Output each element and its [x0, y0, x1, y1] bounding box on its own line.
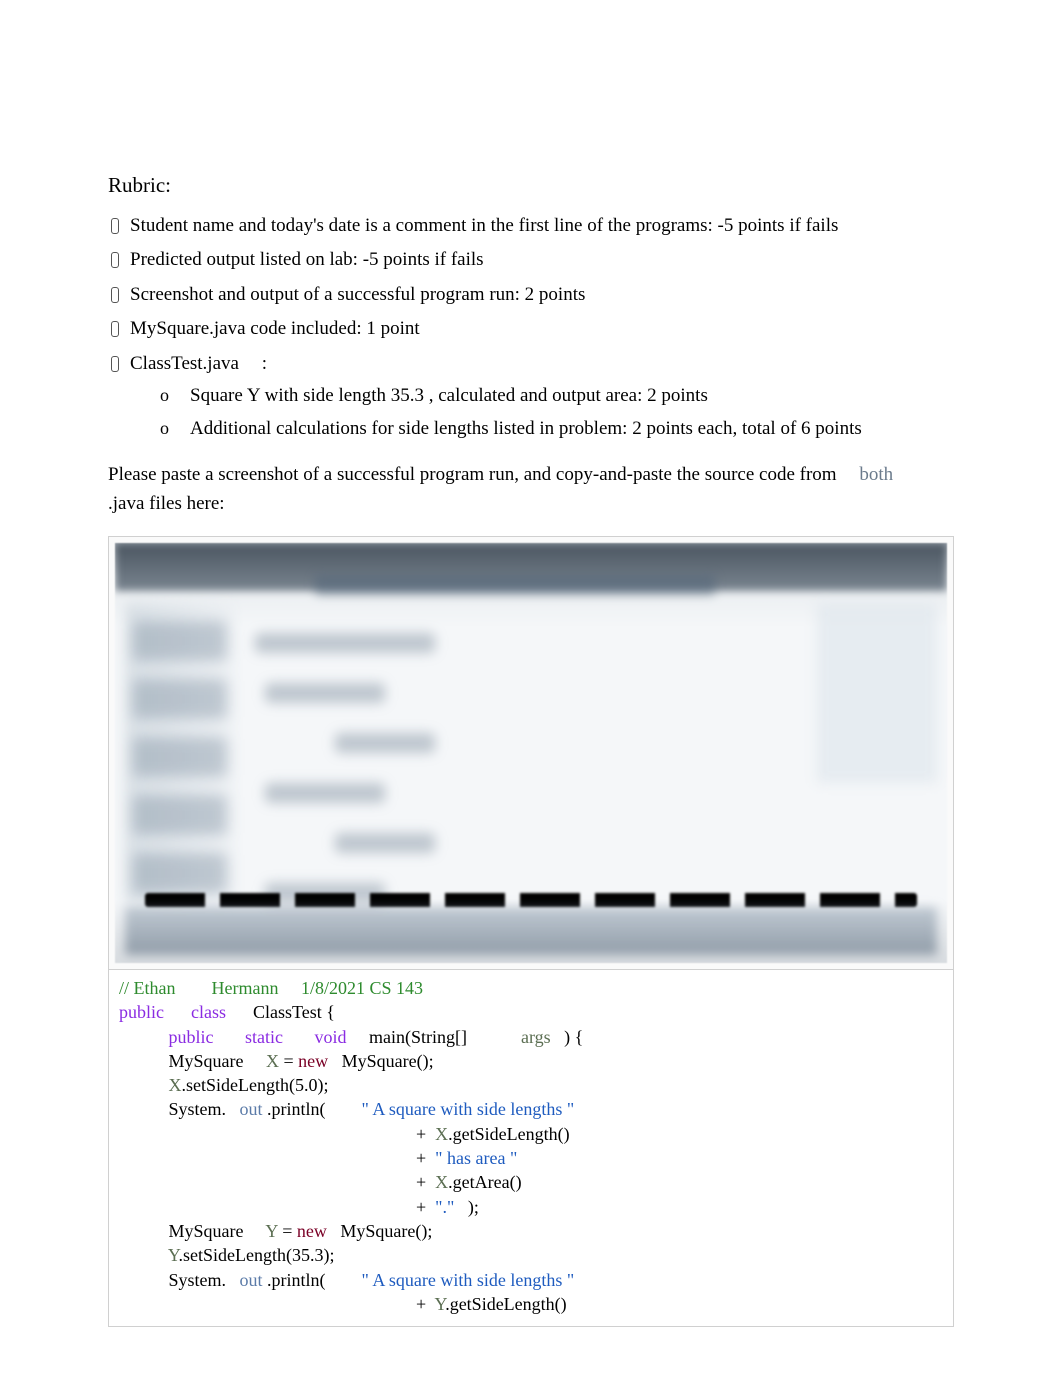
comment: // Ethan: [119, 978, 176, 998]
println: .println(: [267, 1099, 326, 1119]
var: X: [435, 1172, 448, 1192]
kw: new: [298, 1051, 328, 1071]
close: );: [468, 1197, 479, 1217]
rubric-sublist: Square Y with side length 35.3 , calcula…: [160, 382, 954, 443]
plus: +: [416, 1148, 431, 1168]
text: with side length: [265, 385, 391, 406]
kw: static: [245, 1027, 283, 1047]
classtest-label: ClassTest.java: [130, 353, 239, 374]
rubric-subitem: Square Y with side length 35.3 , calcula…: [160, 382, 954, 411]
call: .setSideLength(35.3);: [179, 1245, 335, 1265]
var: X: [435, 1124, 448, 1144]
var: Y: [265, 1221, 277, 1241]
plus: +: [416, 1172, 431, 1192]
rubric-subitem: Additional calculations for side lengths…: [160, 415, 954, 444]
text: files here:: [144, 493, 224, 514]
plus: +: [416, 1197, 431, 1217]
kw: void: [315, 1027, 347, 1047]
out: out: [240, 1270, 263, 1290]
blurred-ide-image: [115, 543, 947, 963]
sys: System.: [169, 1270, 227, 1290]
println: .println(: [267, 1270, 326, 1290]
var: Y: [435, 1294, 446, 1314]
plus: +: [416, 1294, 431, 1314]
kw: class: [191, 1002, 226, 1022]
instruction-paragraph: Please paste a screenshot of a successfu…: [108, 461, 954, 518]
str: " has area ": [435, 1148, 517, 1168]
text: Square: [190, 385, 247, 406]
op: =: [278, 1221, 297, 1241]
comment: 1/8/2021 CS 143: [301, 978, 423, 998]
call: .getSideLength(): [448, 1124, 569, 1144]
call: .getArea(): [448, 1172, 521, 1192]
call: .getSideLength(): [445, 1294, 566, 1314]
args: args: [521, 1027, 551, 1047]
type: MySquare: [169, 1221, 244, 1241]
brace: ) {: [564, 1027, 583, 1047]
var: Y: [168, 1245, 179, 1265]
op: =: [279, 1051, 298, 1071]
plus: +: [416, 1124, 431, 1144]
var: X: [169, 1075, 182, 1095]
sig: main(String[]: [369, 1027, 467, 1047]
rubric-item: Predicted output listed on lab: -5 point…: [108, 246, 954, 275]
out: out: [240, 1099, 263, 1119]
rubric-item: MySquare.java code included: 1 point: [108, 315, 954, 344]
kw: public: [119, 1002, 164, 1022]
sys: System.: [169, 1099, 227, 1119]
kw: public: [169, 1027, 214, 1047]
type: MySquare: [169, 1051, 244, 1071]
text: , calculated and output area: 2 points: [424, 385, 708, 406]
rubric-heading: Rubric:: [108, 170, 954, 202]
both-word: both: [859, 464, 893, 485]
var-y: Y: [247, 385, 265, 406]
comment: Hermann: [212, 978, 279, 998]
str: " A square with side lengths ": [362, 1270, 575, 1290]
classname: ClassTest {: [253, 1002, 335, 1022]
source-code-block: // Ethan Hermann 1/8/2021 CS 143 public …: [108, 970, 954, 1327]
rubric-item: Screenshot and output of a successful pr…: [108, 281, 954, 310]
java-ext: .java: [108, 493, 144, 514]
rubric-item-classtest: ClassTest.java : Square Y with side leng…: [108, 350, 954, 444]
str: ".": [435, 1197, 454, 1217]
rubric-list: Student name and today's date is a comme…: [108, 212, 954, 444]
colon: :: [262, 353, 267, 374]
ide-screenshot: [108, 536, 954, 970]
rubric-item: Student name and today's date is a comme…: [108, 212, 954, 241]
ctor: MySquare();: [340, 1221, 432, 1241]
kw: new: [297, 1221, 327, 1241]
ctor: MySquare();: [342, 1051, 434, 1071]
text: Please paste a screenshot of a successfu…: [108, 464, 837, 485]
num: 35.3: [391, 385, 424, 406]
var: X: [266, 1051, 279, 1071]
str: " A square with side lengths ": [362, 1099, 575, 1119]
call: .setSideLength(5.0);: [182, 1075, 329, 1095]
